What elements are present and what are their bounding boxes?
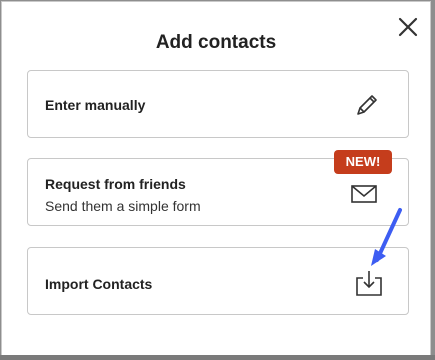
pencil-icon [357, 95, 377, 115]
background-edge [0, 355, 435, 360]
option-label: Request from friends [45, 176, 186, 192]
close-icon [398, 17, 418, 37]
arrow-annotation [371, 208, 402, 266]
option-sublabel: Send them a simple form [45, 198, 201, 214]
new-badge: NEW! [334, 150, 392, 174]
option-label: Enter manually [45, 97, 146, 113]
envelope-icon [351, 185, 377, 203]
option-label: Import Contacts [45, 276, 153, 292]
dialog-title: Add contacts [155, 32, 277, 53]
option-import-contacts[interactable]: Import Contacts [27, 247, 409, 315]
close-button[interactable] [397, 16, 419, 38]
add-contacts-dialog: Add contacts Enter manually Request from… [1, 1, 431, 356]
download-tray-icon [356, 271, 382, 296]
option-enter-manually[interactable]: Enter manually [27, 70, 409, 138]
